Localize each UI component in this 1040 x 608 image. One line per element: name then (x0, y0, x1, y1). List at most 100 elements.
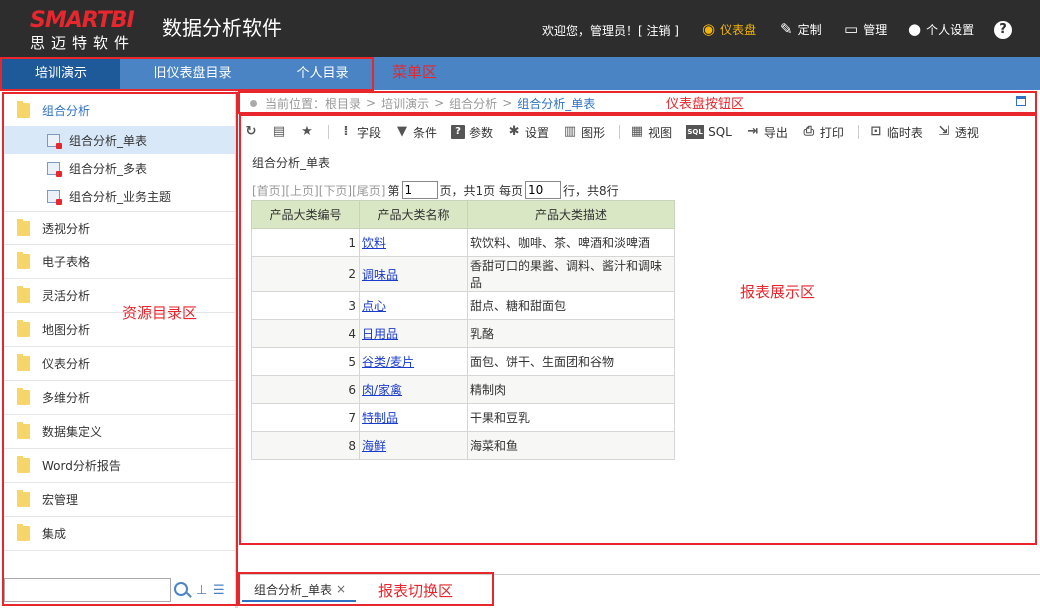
sidebar-item-business-topic[interactable]: 组合分析_业务主题 (4, 182, 235, 210)
pivot-button[interactable]: ⇲ 透视 (937, 120, 978, 144)
nav-manage-button[interactable]: ▭ 管理 (844, 18, 887, 40)
help-icon[interactable]: ? (994, 21, 1012, 39)
table-cell-desc: 甜点、糖和甜面包 (467, 291, 675, 320)
resource-directory-label: 资源目录区 (122, 304, 198, 322)
table-row: 3 点心 甜点、糖和甜面包 (251, 291, 675, 320)
sidebar-folder-label: 组合分析 (42, 103, 91, 118)
nav-personal-settings-button[interactable]: ● 个人设置 (908, 18, 974, 40)
nav-custom-label: 定制 (797, 22, 822, 37)
table-row: 1 饮料 软饮料、咖啡、茶、啤酒和淡啤酒 (251, 228, 675, 257)
report-title: 组合分析_单表 (252, 156, 331, 170)
fields-button[interactable]: ⁞ 字段 (339, 120, 382, 144)
sidebar-folder-combined-analysis[interactable]: 组合分析 (4, 93, 235, 127)
sidebar-splitter[interactable] (235, 90, 238, 608)
report-icon (47, 189, 62, 205)
sql-icon: SQL (686, 125, 705, 139)
sidebar-item-label: 组合分析_多表 (69, 161, 148, 176)
sidebar-folder-map-analysis[interactable]: 地图分析 (4, 313, 235, 347)
nav-custom-button[interactable]: ✎ 定制 (780, 18, 822, 40)
table-cell-link[interactable]: 海鲜 (362, 439, 386, 453)
pager-last[interactable]: [尾页] (352, 182, 385, 199)
table-cell-link[interactable]: 特制品 (362, 411, 398, 425)
table-cell-id: 1 (251, 228, 360, 257)
report-icon (47, 133, 62, 149)
table-cell-link[interactable]: 谷类/麦片 (362, 355, 414, 369)
view-button[interactable]: ▦ 视图 (630, 120, 672, 144)
table-cell-link[interactable]: 日用品 (362, 327, 398, 341)
refresh-button[interactable]: ↻ (244, 120, 262, 144)
parameters-label: 参数 (469, 125, 494, 140)
tab-old-dashboard-directory[interactable]: 旧仪表盘目录 (120, 57, 265, 90)
sidebar-folder-label: 集成 (42, 527, 67, 541)
save-button[interactable]: ▤ (272, 120, 290, 144)
breadcrumb-training[interactable]: 培训演示 (381, 95, 429, 112)
tab-personal-directory[interactable]: 个人目录 (265, 57, 380, 90)
pager-rows-label: 行，共8行 (562, 183, 619, 198)
page-number-input[interactable] (401, 181, 438, 199)
toolbar-divider (328, 125, 329, 139)
pager-total-label: 页，共1页 每页 (439, 183, 523, 198)
sidebar-item-single-table[interactable]: 组合分析_单表 (4, 126, 235, 154)
sidebar-folder-label: 透视分析 (42, 221, 91, 236)
table-cell-link[interactable]: 点心 (362, 299, 386, 313)
column-header: 产品大类描述 (467, 200, 675, 229)
settings-label: 设置 (525, 125, 550, 140)
list-view-icon[interactable]: ☰ (213, 583, 225, 598)
report-tab-single-table[interactable]: 组合分析_单表 × (242, 578, 356, 602)
sidebar-folder-flexible-analysis[interactable]: 灵活分析 (4, 279, 235, 313)
close-icon[interactable]: × (336, 582, 346, 596)
sidebar-folder-pivot-analysis[interactable]: 透视分析 (4, 211, 235, 245)
tree-view-icon[interactable]: ⊥ (196, 583, 207, 598)
conditions-button[interactable]: ▼ 条件 (395, 120, 437, 144)
breadcrumb-root[interactable]: 根目录 (325, 95, 361, 112)
pager-next[interactable]: [下页] (319, 182, 352, 199)
sidebar-folder-integration[interactable]: 集成 (4, 517, 235, 551)
table-cell-link[interactable]: 饮料 (362, 236, 386, 250)
table-cell-link[interactable]: 肉/家禽 (362, 383, 402, 397)
sql-button[interactable]: SQL SQL (686, 120, 732, 144)
table-cell-desc: 软饮料、咖啡、茶、啤酒和淡啤酒 (467, 228, 675, 257)
favorite-button[interactable]: ★ (300, 120, 318, 144)
sql-label: SQL (708, 125, 732, 139)
welcome-logout-text[interactable]: 欢迎您，管理员！[ 注销 ] (542, 22, 679, 39)
parameters-button[interactable]: ? 参数 (451, 120, 493, 144)
folder-icon (17, 286, 30, 303)
chart-button[interactable]: ▥ 图形 (563, 120, 605, 144)
resource-search-input[interactable] (4, 578, 171, 602)
pager-prev[interactable]: [上页] (285, 182, 318, 199)
breadcrumb-combined-analysis[interactable]: 组合分析 (449, 95, 497, 112)
settings-button[interactable]: ✱ 设置 (507, 120, 549, 144)
table-cell-desc: 干果和豆乳 (467, 403, 675, 432)
temp-table-button[interactable]: ⊡ 临时表 (869, 120, 923, 144)
temp-table-label: 临时表 (886, 125, 923, 140)
export-button[interactable]: ⇥ 导出 (746, 120, 787, 144)
rows-per-page-input[interactable] (524, 181, 561, 199)
sidebar-folder-gauge-analysis[interactable]: 仪表分析 (4, 347, 235, 381)
nav-dashboard-button[interactable]: ◉ 仪表盘 (702, 18, 756, 40)
table-cell-id: 3 (251, 291, 360, 320)
menu-bar: 培训演示 旧仪表盘目录 个人目录 (0, 57, 1040, 90)
sidebar-folder-word-report[interactable]: Word分析报告 (4, 449, 235, 483)
sidebar-item-multi-table[interactable]: 组合分析_多表 (4, 154, 235, 182)
sidebar-folder-label: 数据集定义 (42, 425, 103, 439)
tab-training-demo[interactable]: 培训演示 (2, 57, 120, 90)
maximize-icon[interactable] (1016, 96, 1026, 106)
view-icon: ▦ (630, 124, 644, 139)
sidebar-folder-dataset-definition[interactable]: 数据集定义 (4, 415, 235, 449)
sidebar-item-label: 组合分析_业务主题 (69, 189, 172, 204)
menu-area-label: 菜单区 (392, 63, 438, 81)
sidebar-folder-spreadsheet[interactable]: 电子表格 (4, 245, 235, 279)
sidebar-folder-olap-analysis[interactable]: 多维分析 (4, 381, 235, 415)
search-icon[interactable] (174, 582, 188, 596)
pager-page-label: 第 (387, 183, 400, 198)
report-icon (47, 161, 62, 177)
folder-icon (17, 320, 30, 337)
table-row: 4 日用品 乳酪 (251, 319, 675, 348)
table-cell-link[interactable]: 调味品 (362, 268, 398, 282)
sidebar-folder-macro-management[interactable]: 宏管理 (4, 483, 235, 517)
sidebar-folder-label: 多维分析 (42, 391, 91, 405)
column-header: 产品大类名称 (359, 200, 468, 229)
print-button[interactable]: ⎙ 打印 (802, 120, 844, 144)
fields-icon: ⁞ (343, 124, 349, 139)
pager-first[interactable]: [首页] (252, 182, 285, 199)
